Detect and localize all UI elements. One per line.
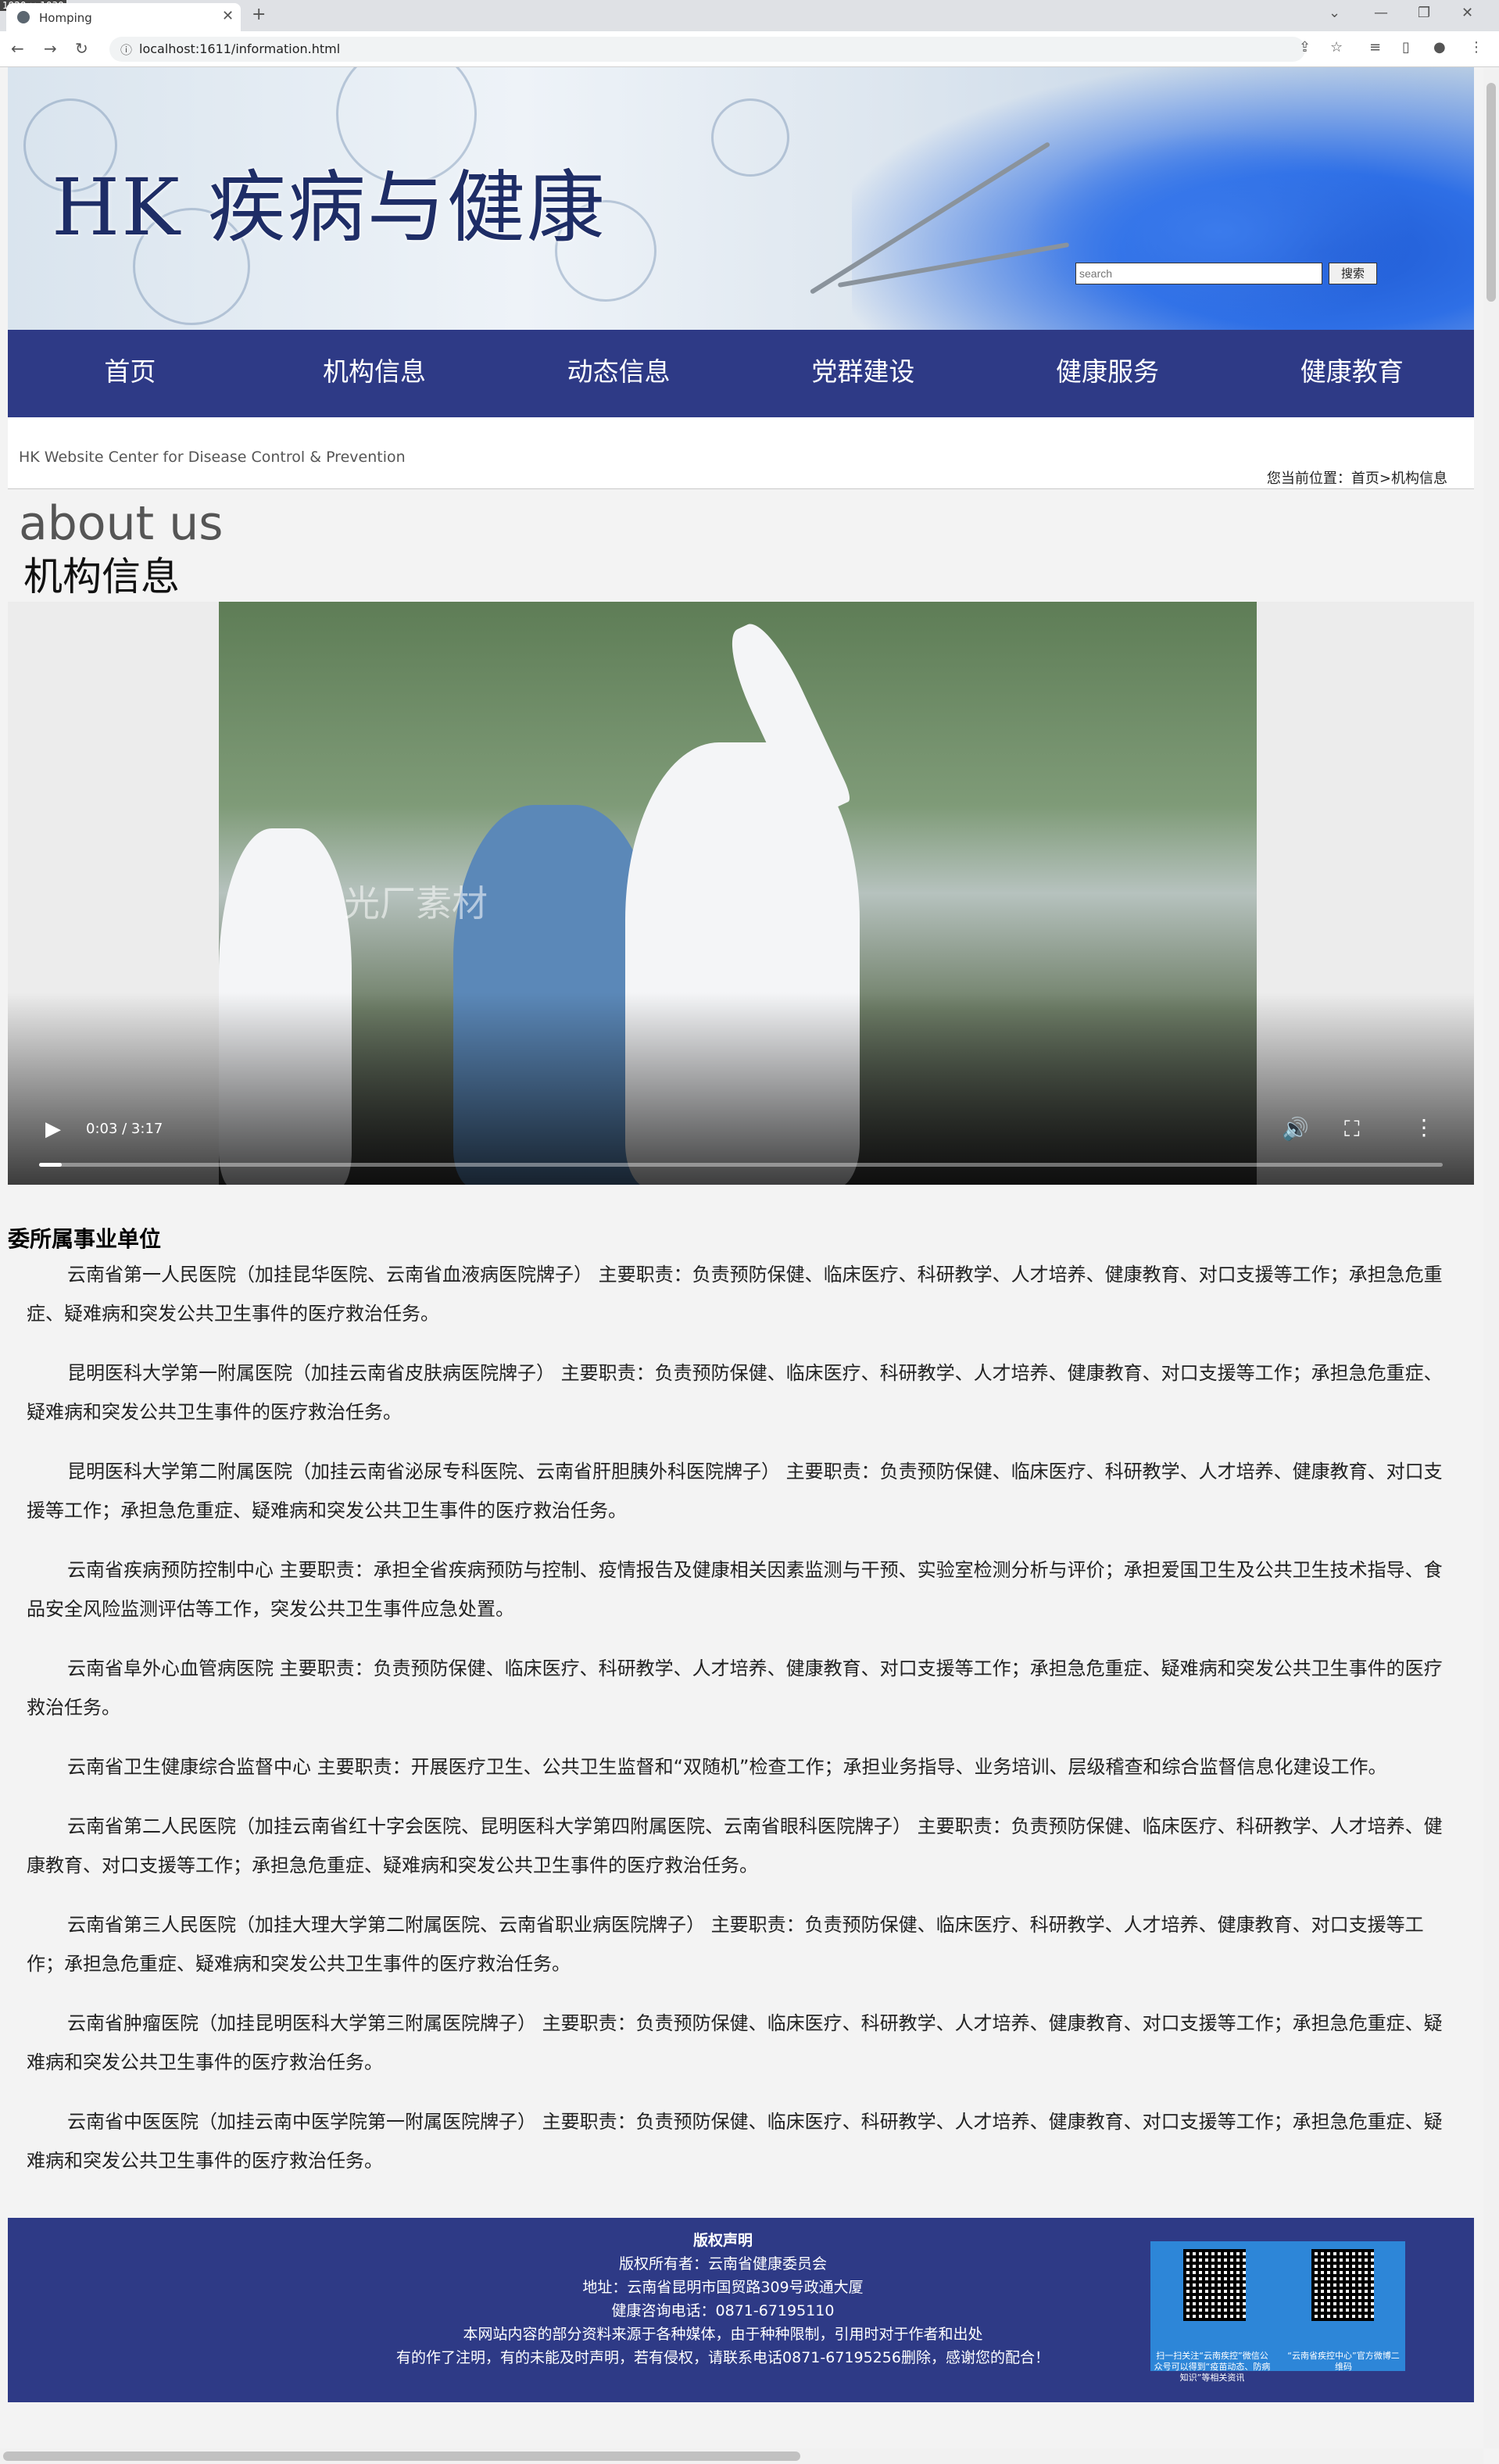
browser-tab-bar: 1920 × 1030 Homping ✕ + ⌄ — ❐ ✕ [0, 0, 1499, 31]
volume-icon[interactable]: 🔊 [1282, 1116, 1309, 1142]
unit-paragraph: 云南省第一人民医院（加挂昆华医院、云南省血液病医院牌子） 主要职责：负责预防保健… [27, 1264, 1443, 1325]
unit-paragraph: 昆明医科大学第一附属医院（加挂云南省皮肤病医院牌子） 主要职责：负责预防保健、临… [27, 1362, 1443, 1423]
location-text[interactable]: 您当前位置：首页>机构信息 [1267, 467, 1447, 488]
browser-tab[interactable]: Homping ✕ [6, 3, 241, 31]
about-heading: about us [19, 496, 224, 551]
qr-caption: 扫一扫关注“云南疾控”微信公众号可以得到“疫苗动态、防病知识”等相关资讯 [1154, 2351, 1271, 2383]
url-text: localhost:1611/information.html [139, 41, 341, 56]
side-panel-icon[interactable]: ▯ [1402, 39, 1410, 55]
wechat-qr-code [1183, 2249, 1246, 2321]
unit-paragraph: 云南省疾病预防控制中心 主要职责：承担全省疾病预防与控制、疫情报告及健康相关因素… [27, 1559, 1443, 1620]
search-input[interactable] [1075, 263, 1322, 284]
header-banner: HK 疾病与健康 搜索 [8, 67, 1474, 330]
restore-icon[interactable]: ❐ [1418, 5, 1430, 21]
search-button[interactable]: 搜索 [1329, 263, 1377, 284]
molecule-decoration [711, 98, 789, 177]
profile-icon[interactable]: ● [1433, 39, 1446, 55]
unit-paragraph: 昆明医科大学第二附属医院（加挂云南省泌尿专科医院、云南省肝胆胰外科医院牌子） 主… [27, 1461, 1443, 1522]
nav-item-institution[interactable]: 机构信息 [252, 330, 497, 417]
nav-item-party[interactable]: 党群建设 [741, 330, 986, 417]
tab-title: Homping [39, 11, 92, 25]
bookmark-star-icon[interactable]: ☆ [1330, 39, 1343, 55]
weibo-qr-code [1311, 2249, 1374, 2321]
back-icon[interactable]: ← [11, 39, 24, 58]
more-options-icon[interactable]: ⋮ [1413, 1114, 1435, 1140]
nav-item-news[interactable]: 动态信息 [496, 330, 741, 417]
info-icon[interactable]: ⓘ [120, 41, 132, 58]
video-progress-track[interactable] [39, 1163, 1443, 1167]
unit-paragraph: 云南省阜外心血管病医院 主要职责：负责预防保健、临床医疗、科研教学、人才培养、健… [27, 1658, 1443, 1718]
url-field[interactable]: ⓘ localhost:1611/information.html [109, 37, 1305, 62]
reading-list-icon[interactable]: ≡ [1369, 39, 1381, 55]
footer: 版权声明 版权所有者：云南省健康委员会 地址：云南省昆明市国贸路309号政通大厦… [8, 2218, 1474, 2402]
fullscreen-icon[interactable]: ⛶ [1344, 1116, 1360, 1143]
site-subtitle: HK Website Center for Disease Control & … [19, 449, 406, 466]
minimize-icon[interactable]: — [1374, 5, 1388, 21]
forward-icon[interactable]: → [44, 39, 57, 58]
horizontal-scrollbar[interactable] [0, 2448, 1483, 2464]
breadcrumb: HK Website Center for Disease Control & … [8, 417, 1474, 489]
share-icon[interactable]: ⇪ [1299, 39, 1311, 55]
address-bar: ← → ↻ ⓘ localhost:1611/information.html … [0, 31, 1499, 67]
main-nav: 首页 机构信息 动态信息 党群建设 健康服务 健康教育 [8, 330, 1474, 417]
favicon-icon [17, 11, 30, 23]
video-time: 0:03 / 3:17 [86, 1121, 163, 1137]
site-title: HK 疾病与健康 [52, 162, 606, 253]
new-tab-icon[interactable]: + [252, 5, 266, 24]
tab-search-icon[interactable]: ⌄ [1329, 5, 1340, 21]
video-watermark: 光厂素材 [344, 882, 488, 924]
glove-image [1024, 130, 1415, 330]
nav-item-home[interactable]: 首页 [8, 330, 252, 417]
nav-item-health-education[interactable]: 健康教育 [1229, 330, 1474, 417]
tab-close-icon[interactable]: ✕ [222, 8, 234, 24]
reload-icon[interactable]: ↻ [75, 39, 88, 58]
play-icon[interactable]: ▶ [45, 1118, 61, 1141]
nav-item-health-service[interactable]: 健康服务 [986, 330, 1230, 417]
unit-paragraph: 云南省中医医院（加挂云南中医学院第一附属医院牌子） 主要职责：负责预防保健、临床… [27, 2111, 1443, 2172]
horizontal-scroll-thumb[interactable] [3, 2451, 800, 2461]
unit-paragraph: 云南省卫生健康综合监督中心 主要职责：开展医疗卫生、公共卫生监督和“双随机”检查… [67, 1756, 1387, 1778]
vertical-scroll-thumb[interactable] [1486, 83, 1496, 302]
unit-paragraph: 云南省肿瘤医院（加挂昆明医科大学第三附属医院牌子） 主要职责：负责预防保健、临床… [27, 2012, 1443, 2073]
qr-caption: “云南省疾控中心”官方微博二维码 [1287, 2351, 1400, 2372]
qr-code-panel: 扫一扫关注“云南疾控”微信公众号可以得到“疫苗动态、防病知识”等相关资讯 “云南… [1150, 2241, 1405, 2383]
affiliated-units: 委所属事业单位 云南省第一人民医院（加挂昆华医院、云南省血液病医院牌子） 主要职… [8, 1224, 1474, 2180]
unit-paragraph: 云南省第二人民医院（加挂云南省红十字会医院、昆明医科大学第四附属医院、云南省眼科… [27, 1815, 1443, 1876]
menu-kebab-icon[interactable]: ⋮ [1469, 39, 1483, 55]
page-title: 机构信息 [23, 554, 180, 599]
units-heading: 委所属事业单位 [8, 1226, 162, 1252]
video-player[interactable]: 光厂素材 ▶ 0:03 / 3:17 🔊 ⛶ ⋮ [8, 602, 1474, 1185]
video-controls-overlay [8, 992, 1474, 1185]
video-progress-fill [39, 1163, 62, 1167]
unit-paragraph: 云南省第三人民医院（加挂大理大学第二附属医院、云南省职业病医院牌子） 主要职责：… [27, 1914, 1424, 1975]
page-content: HK 疾病与健康 搜索 首页 机构信息 动态信息 党群建设 健康服务 健康教育 … [8, 67, 1474, 2201]
vertical-scrollbar[interactable] [1483, 67, 1499, 2448]
close-window-icon[interactable]: ✕ [1461, 5, 1473, 21]
